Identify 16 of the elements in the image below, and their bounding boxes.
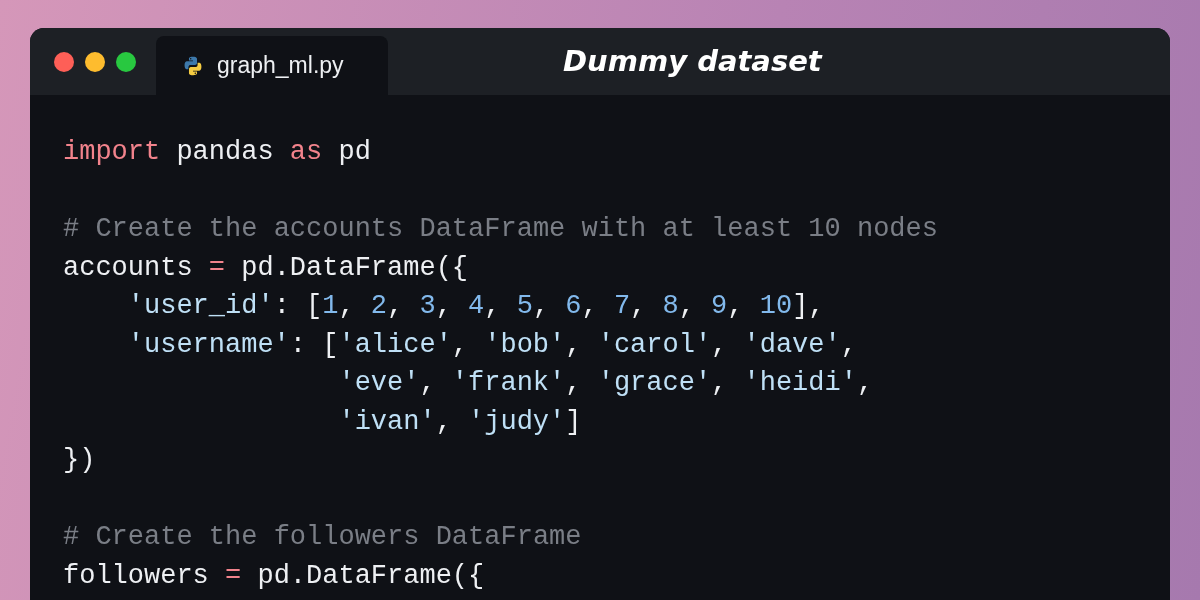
window-control-button[interactable] — [85, 51, 105, 72]
code-line: 'user_id': [1, 2, 3, 4, 5, 6, 7, 8, 9, 10], — [127, 290, 825, 323]
window-control-button[interactable] — [54, 51, 74, 72]
window-title: Dummy dataset — [563, 42, 822, 80]
code-line: 'eve', 'frank', 'grace', 'heidi', — [338, 367, 874, 400]
code-line: import pandas as pd — [63, 136, 371, 169]
code-comment: # Create the followers DataFrame — [63, 521, 582, 554]
file-tab[interactable]: graph_ml.py — [156, 36, 388, 95]
window-control-button[interactable] — [116, 51, 136, 72]
code-line: 'username': ['alice', 'bob', 'carol', 'dave', — [127, 328, 857, 362]
code-line: accounts = pd.DataFrame({ — [63, 251, 469, 285]
code-line: followers = pd.DataFrame({ — [63, 559, 485, 593]
code-comment: # Create the accounts DataFrame with at least 10 nodes — [63, 213, 938, 246]
code-line: }) — [63, 444, 96, 477]
python-logo-icon — [182, 54, 204, 77]
code-line: 'ivan', 'judy'] — [338, 405, 582, 439]
